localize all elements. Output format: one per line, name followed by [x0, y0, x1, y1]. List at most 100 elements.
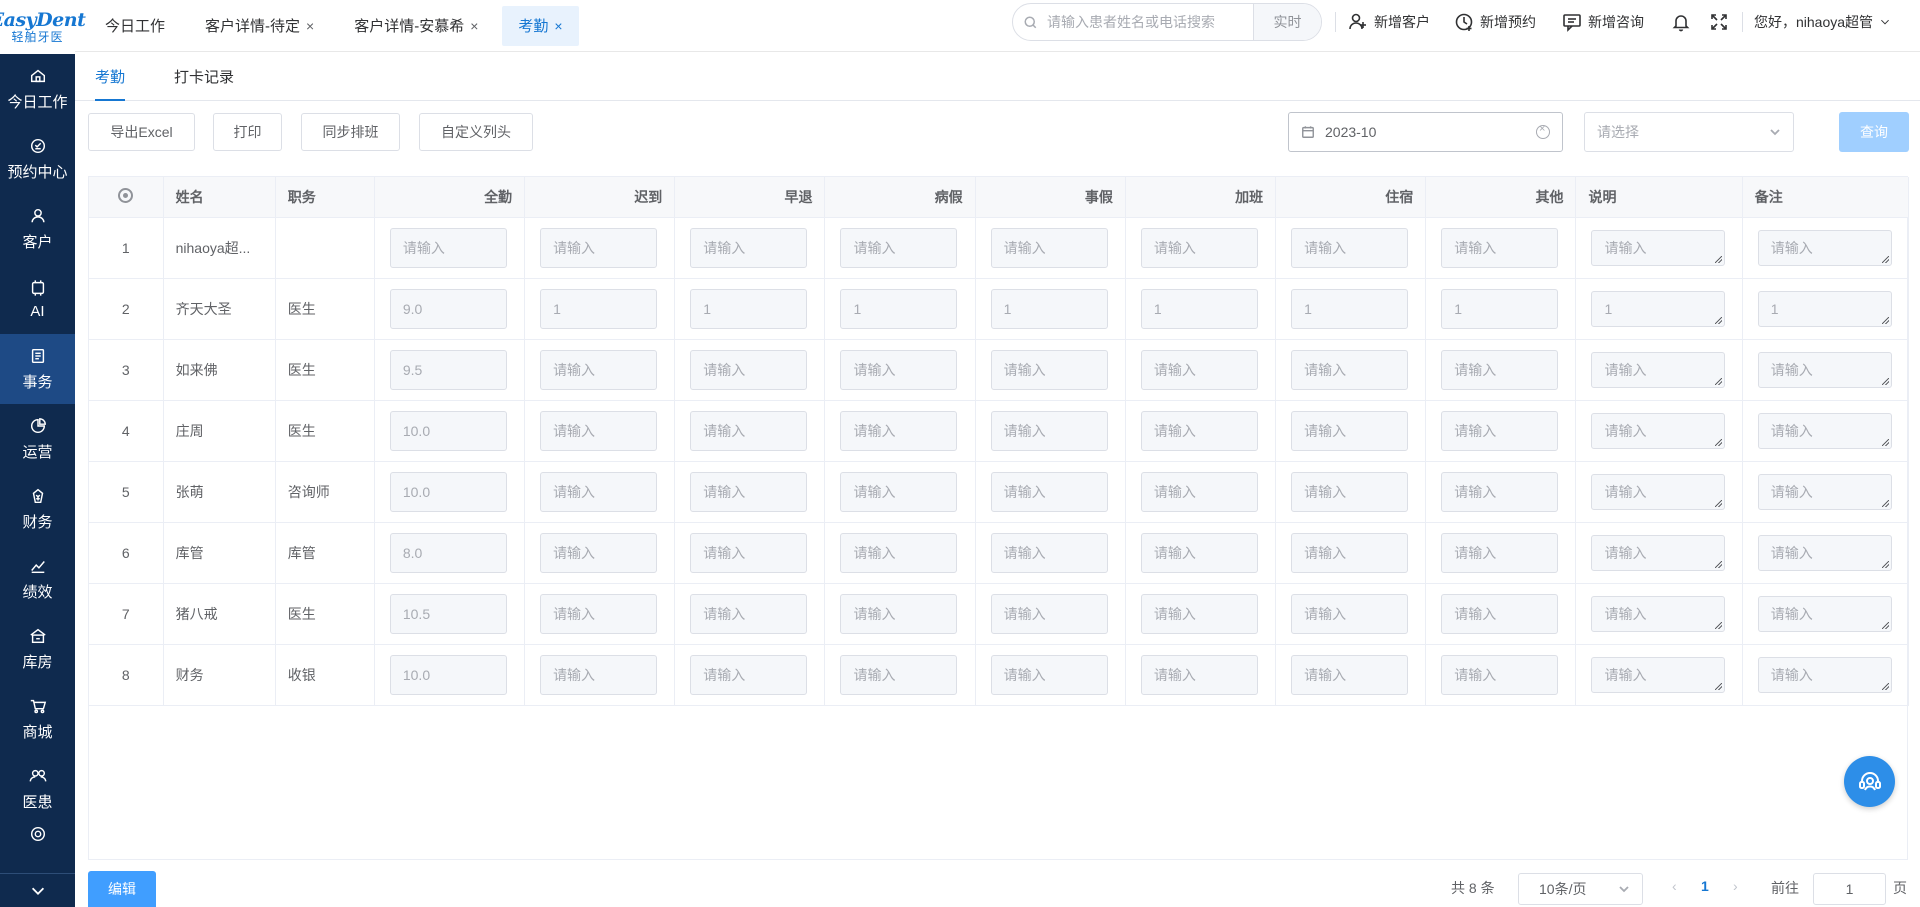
sidebar-item-4[interactable]: 事务	[0, 334, 75, 404]
patient-search[interactable]: 请输入患者姓名或电话搜索 实时	[1012, 3, 1322, 41]
attendance-input[interactable]: 请输入	[690, 532, 808, 573]
description-textarea[interactable]: 请输入	[1591, 412, 1726, 449]
sidebar-item-2[interactable]: 客户	[0, 194, 75, 264]
close-icon[interactable]: ×	[470, 18, 478, 34]
print-button[interactable]: 打印	[213, 113, 282, 151]
attendance-input[interactable]: 请输入	[1140, 410, 1258, 451]
attendance-input[interactable]: 请输入	[540, 471, 658, 512]
remark-textarea[interactable]: 请输入	[1757, 534, 1892, 571]
attendance-input[interactable]: 请输入	[1441, 471, 1559, 512]
attendance-input[interactable]: 请输入	[1140, 227, 1258, 268]
attendance-input[interactable]: 1	[1140, 288, 1258, 329]
attendance-input[interactable]: 请输入	[540, 227, 658, 268]
attendance-input[interactable]: 10.0	[389, 410, 507, 451]
app-logo[interactable]: EasyDent 轻舶牙医	[0, 0, 86, 54]
attendance-input[interactable]: 请输入	[1441, 410, 1559, 451]
notification-bell-icon[interactable]	[1671, 0, 1697, 44]
clear-icon[interactable]	[1536, 123, 1550, 139]
page-tab-2[interactable]: 客户详情-安慕希 ×	[338, 6, 494, 46]
attendance-input[interactable]: 请输入	[840, 654, 958, 695]
sidebar-item-9[interactable]: 商城	[0, 684, 75, 754]
attendance-input[interactable]: 9.5	[389, 349, 507, 390]
attendance-input[interactable]: 请输入	[990, 532, 1108, 573]
close-icon[interactable]: ×	[306, 18, 314, 34]
remark-textarea[interactable]: 请输入	[1757, 229, 1892, 266]
attendance-input[interactable]: 请输入	[690, 349, 808, 390]
query-button[interactable]: 查询	[1839, 112, 1909, 152]
attendance-input[interactable]: 请输入	[690, 654, 808, 695]
description-textarea[interactable]: 请输入	[1591, 473, 1726, 510]
sidebar-item-8[interactable]: 库房	[0, 614, 75, 684]
attendance-input[interactable]: 请输入	[1441, 349, 1559, 390]
attendance-input[interactable]: 1	[1291, 288, 1409, 329]
attendance-input[interactable]: 10.0	[389, 654, 507, 695]
custom-columns-button[interactable]: 自定义列头	[419, 113, 533, 151]
search-mode-button[interactable]: 实时	[1253, 4, 1321, 40]
page-tab-0[interactable]: 今日工作	[89, 6, 181, 46]
attendance-input[interactable]: 请输入	[540, 349, 658, 390]
current-page[interactable]: 1	[1701, 878, 1709, 894]
attendance-input[interactable]: 1	[540, 288, 658, 329]
sidebar-item-10[interactable]: 医患	[0, 754, 75, 824]
attendance-input[interactable]: 请输入	[840, 227, 958, 268]
attendance-input[interactable]: 请输入	[690, 593, 808, 634]
new-consult-button[interactable]: 新增咨询	[1562, 0, 1644, 44]
sidebar-item-1[interactable]: 预约中心	[0, 124, 75, 194]
attendance-input[interactable]: 10.5	[389, 593, 507, 634]
description-textarea[interactable]: 请输入	[1591, 656, 1726, 693]
description-textarea[interactable]: 请输入	[1591, 595, 1726, 632]
attendance-input[interactable]: 请输入	[1291, 654, 1409, 695]
attendance-input[interactable]: 请输入	[990, 593, 1108, 634]
attendance-input[interactable]: 请输入	[1441, 227, 1559, 268]
sidebar-item-7[interactable]: 绩效	[0, 544, 75, 614]
sidebar-item-6[interactable]: 财务	[0, 474, 75, 544]
tab-attendance[interactable]: 考勤	[95, 66, 126, 101]
sidebar-item-0[interactable]: 今日工作	[0, 54, 75, 124]
edit-button[interactable]: 编辑	[88, 871, 156, 907]
page-size-select[interactable]: 10条/页	[1518, 873, 1643, 905]
attendance-input[interactable]: 请输入	[1441, 532, 1559, 573]
remark-textarea[interactable]: 请输入	[1757, 412, 1892, 449]
attendance-input[interactable]: 请输入	[690, 410, 808, 451]
fullscreen-icon[interactable]	[1709, 0, 1735, 44]
page-tab-1[interactable]: 客户详情-待定 ×	[189, 6, 330, 46]
remark-textarea[interactable]: 请输入	[1757, 656, 1892, 693]
attendance-input[interactable]: 请输入	[840, 532, 958, 573]
attendance-input[interactable]: 请输入	[990, 410, 1108, 451]
attendance-input[interactable]: 请输入	[389, 227, 507, 268]
attendance-input[interactable]: 1	[690, 288, 808, 329]
attendance-input[interactable]: 请输入	[1140, 471, 1258, 512]
attendance-input[interactable]: 请输入	[990, 227, 1108, 268]
attendance-input[interactable]: 请输入	[1140, 593, 1258, 634]
attendance-input[interactable]: 请输入	[540, 593, 658, 634]
attendance-input[interactable]: 请输入	[540, 654, 658, 695]
month-picker[interactable]: 2023-10	[1288, 112, 1563, 152]
attendance-input[interactable]: 请输入	[840, 349, 958, 390]
attendance-input[interactable]: 请输入	[1140, 349, 1258, 390]
attendance-input[interactable]: 请输入	[1291, 410, 1409, 451]
attendance-input[interactable]: 1	[840, 288, 958, 329]
remark-textarea[interactable]: 请输入	[1757, 473, 1892, 510]
attendance-input[interactable]: 10.0	[389, 471, 507, 512]
attendance-input[interactable]: 请输入	[690, 227, 808, 268]
search-input[interactable]: 请输入患者姓名或电话搜索	[1047, 12, 1253, 32]
description-textarea[interactable]: 请输入	[1591, 351, 1726, 388]
attendance-input[interactable]: 请输入	[1291, 349, 1409, 390]
attendance-input[interactable]: 请输入	[990, 471, 1108, 512]
expand-menu-button[interactable]	[0, 873, 75, 907]
attendance-input[interactable]: 请输入	[1291, 227, 1409, 268]
attendance-input[interactable]: 请输入	[540, 410, 658, 451]
attendance-input[interactable]: 请输入	[1441, 593, 1559, 634]
attendance-input[interactable]: 请输入	[690, 471, 808, 512]
attendance-input[interactable]: 请输入	[840, 471, 958, 512]
attendance-input[interactable]: 1	[1441, 288, 1559, 329]
new-customer-button[interactable]: 新增客户	[1348, 0, 1430, 44]
more-nav-icon[interactable]	[0, 824, 75, 844]
sync-schedule-button[interactable]: 同步排班	[301, 113, 400, 151]
description-textarea[interactable]: 请输入	[1591, 229, 1726, 266]
attendance-input[interactable]: 请输入	[1291, 532, 1409, 573]
tab-clock-records[interactable]: 打卡记录	[174, 66, 234, 101]
remark-textarea[interactable]: 请输入	[1757, 351, 1892, 388]
remark-textarea[interactable]: 1	[1757, 290, 1892, 327]
attendance-input[interactable]: 9.0	[389, 288, 507, 329]
